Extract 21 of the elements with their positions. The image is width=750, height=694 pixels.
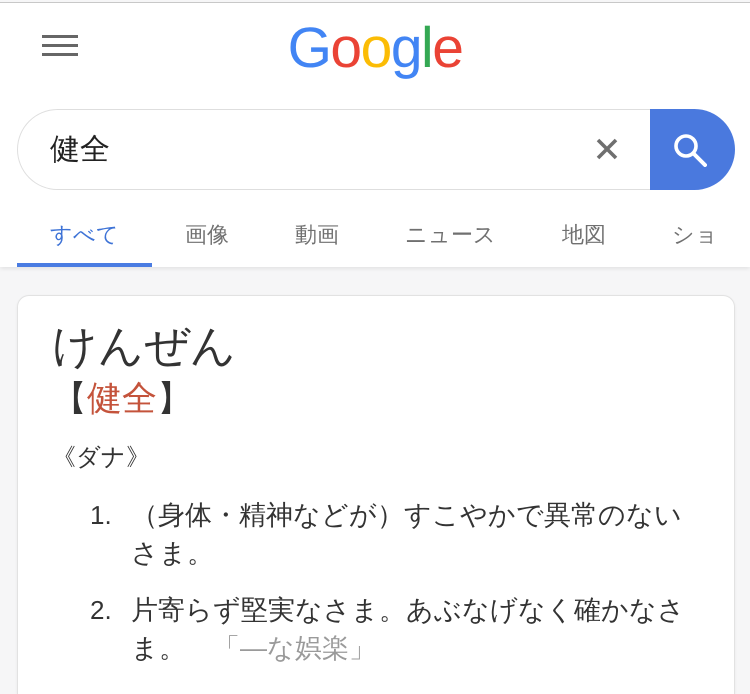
list-number: 1. [90, 499, 113, 532]
menu-icon [42, 34, 78, 56]
tab[interactable]: 地図 [529, 209, 639, 267]
tab[interactable]: すべて [17, 209, 152, 267]
tab[interactable]: ニュース [372, 209, 529, 267]
list-number: 2. [90, 594, 113, 627]
clear-button[interactable] [596, 138, 618, 160]
reading-text: けんぜん [52, 320, 237, 372]
menu-button[interactable] [42, 34, 78, 56]
headword-text: 【健全】 [52, 378, 193, 420]
tab[interactable]: ショ [639, 209, 724, 267]
tab[interactable]: 動画 [262, 209, 372, 267]
search-field[interactable]: 健全 [17, 109, 650, 190]
definition-text: （身体・精神などが）すこやかで異常のないさま。 [131, 499, 683, 570]
close-icon [596, 138, 618, 160]
search-icon [672, 132, 706, 166]
part-of-speech-text: 《ダナ》 [52, 443, 151, 473]
google-logo[interactable]: Google [288, 18, 462, 78]
definition-text: 片寄らず堅実なさま。あぶなげなく確かなさま。 「―な娯楽」 [131, 594, 686, 665]
search-button[interactable] [650, 109, 735, 190]
tab[interactable]: 画像 [152, 209, 262, 267]
